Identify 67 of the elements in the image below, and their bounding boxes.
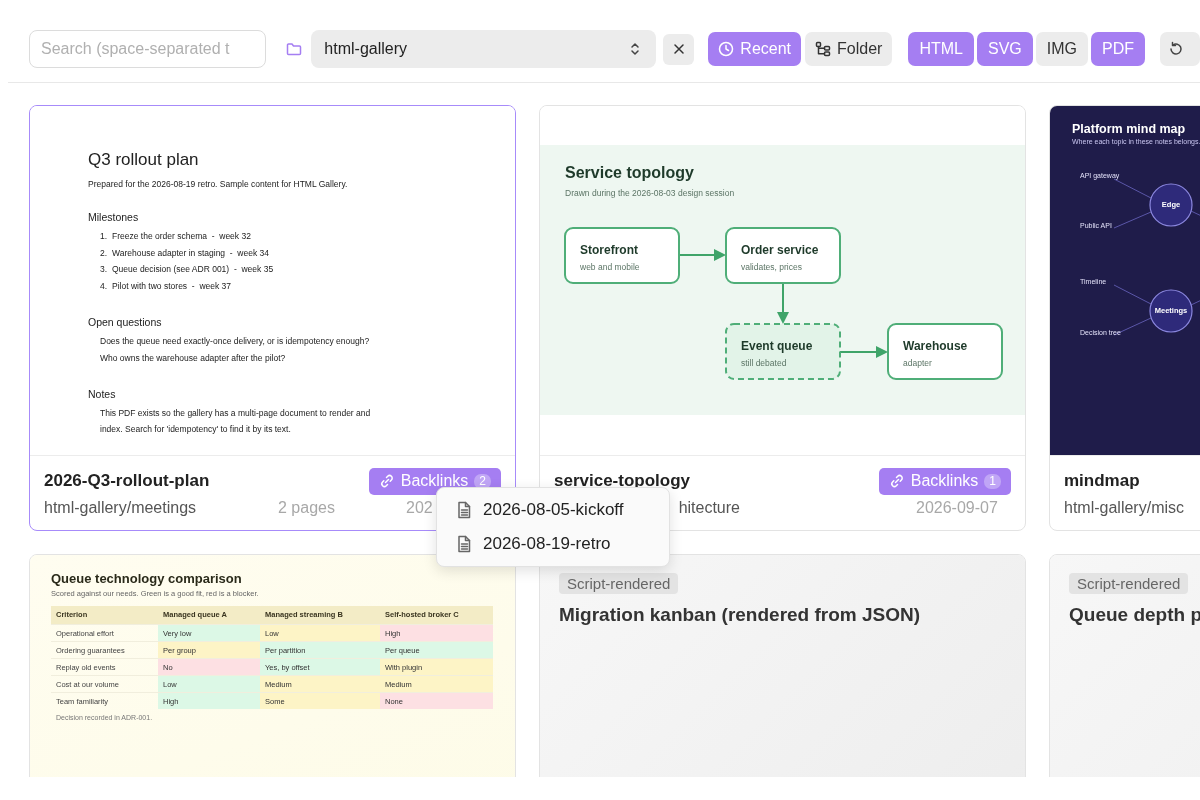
folder-select[interactable]: html-gallery xyxy=(311,30,657,68)
node-title: Storefront xyxy=(580,243,638,257)
close-icon xyxy=(672,43,685,55)
document-icon xyxy=(457,501,471,519)
document-title: Q3 rollout plan xyxy=(88,149,200,171)
document-text: Prepared for the 2026-08-19 retro. Sample content for HTML Gallery. xyxy=(88,179,349,189)
document-text: Who owns the warehouse adapter after the pilot? xyxy=(99,351,287,365)
menu-item[interactable]: 2026-08-05-kickoff xyxy=(437,493,669,527)
topic-node xyxy=(1149,183,1193,227)
diagram-title: Service topology xyxy=(565,164,694,181)
node-subtitle: validates, prices xyxy=(741,262,802,272)
arrow xyxy=(678,249,726,261)
list-number: 1. xyxy=(100,230,109,243)
count-badge: 1 xyxy=(984,473,1001,489)
topic-node xyxy=(1149,289,1193,333)
tag: Script-rendered xyxy=(559,573,679,594)
chevron-up-down-icon xyxy=(629,41,642,57)
arrow xyxy=(839,346,888,358)
node-subtitle: adapter xyxy=(903,358,932,368)
icon-button[interactable] xyxy=(1160,32,1200,66)
sort-button[interactable]: Folder xyxy=(805,32,893,66)
folder-path: html-gallery/misc xyxy=(1064,499,1184,516)
folder-icon xyxy=(286,42,303,56)
table-title: Queue technology comparison xyxy=(51,571,243,586)
connector-line xyxy=(1113,284,1152,305)
list-number: 3. xyxy=(100,263,109,276)
link-icon xyxy=(378,473,395,489)
rotate-icon xyxy=(1168,41,1184,57)
thumbnail-title: Migration kanban (rendered from JSON) xyxy=(559,604,922,626)
connector-line xyxy=(1113,178,1152,199)
document-paragraph: This PDF exists so the gallery has a multi-page document to render and index. Search for 'idempotency' to find it by its text. xyxy=(99,407,372,436)
tree-icon xyxy=(815,41,832,57)
mindmap-title: Platform mind map xyxy=(1072,122,1186,136)
date: 202 xyxy=(406,499,433,516)
card-title: mindmap xyxy=(1064,471,1140,491)
list-item-text: Warehouse adapter in staging - week 34 xyxy=(112,247,270,258)
list-item-text: Freeze the order schema - week 32 xyxy=(112,231,251,241)
document-heading: Open questions xyxy=(88,316,163,328)
document-heading: Notes xyxy=(88,388,117,400)
document-heading: Milestones xyxy=(88,211,140,223)
folder-path: html-gallery/meetings xyxy=(44,499,197,516)
gallery-card[interactable]: Script-rendered Migration kanban (rendered from JSON) xyxy=(539,554,1026,777)
arrow xyxy=(777,281,789,324)
node-title: Warehouse xyxy=(903,339,968,353)
search-field[interactable]: Search (space-separated t xyxy=(29,30,267,68)
connector-line xyxy=(1113,211,1152,229)
card-title: 2026-Q3-rollout-plan xyxy=(44,471,210,491)
node-subtitle: still debated xyxy=(741,358,787,368)
link-icon xyxy=(888,473,905,489)
list-item-text: Queue decision (see ADR 001) - week 35 xyxy=(112,264,274,274)
card-title: service-topology xyxy=(554,471,691,491)
page-count: 2 pages xyxy=(278,499,335,516)
document-text: Does the queue need exactly-once delivery, or is idempotency enough? xyxy=(99,335,371,348)
date: 2026-09-07 xyxy=(916,499,998,516)
tag: Script-rendered xyxy=(1069,573,1189,594)
node-title: Event queue xyxy=(741,339,813,353)
diagram-subtitle: Drawn during the 2026-08-03 design session xyxy=(565,188,735,198)
list-number: 2. xyxy=(100,246,109,260)
list-item-text: Pilot with two stores - week 37 xyxy=(112,280,232,291)
folder-path: hitecture xyxy=(678,499,740,516)
node-subtitle: web and mobile xyxy=(580,262,640,272)
document-icon xyxy=(457,535,471,553)
clear-button[interactable] xyxy=(663,33,695,65)
list-number: 4. xyxy=(100,279,109,293)
clock-icon xyxy=(718,41,735,57)
node-title: Order service xyxy=(741,243,819,257)
type-filter-toggle[interactable]: IMG xyxy=(1035,32,1088,66)
